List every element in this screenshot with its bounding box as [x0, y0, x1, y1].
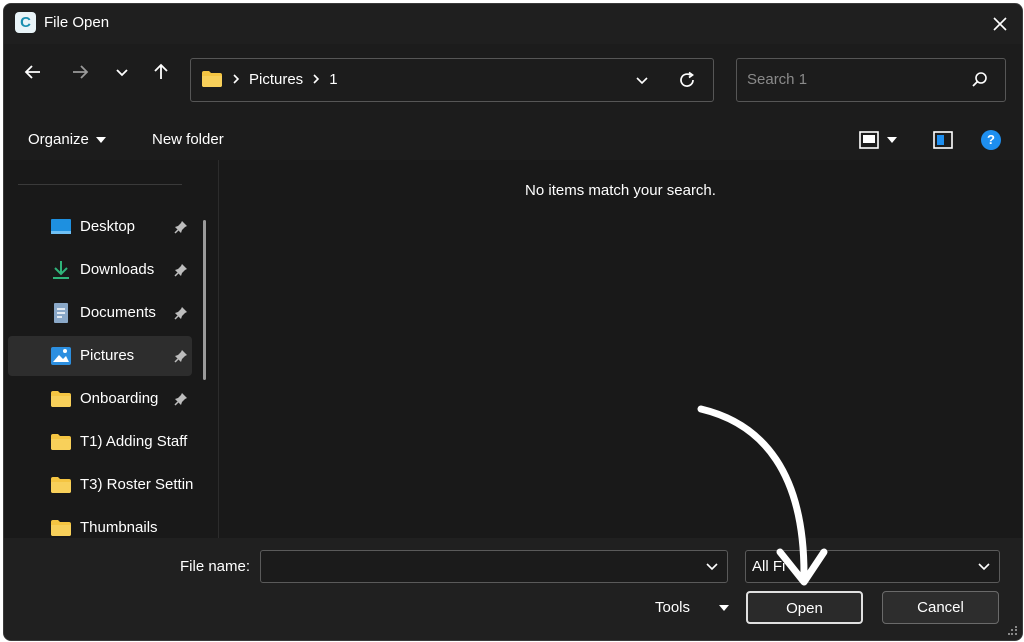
- empty-state-message: No items match your search.: [525, 182, 716, 199]
- arrow-left-icon: [24, 65, 40, 79]
- view-icon: [859, 131, 879, 149]
- file-type-value: All Fi: [752, 558, 786, 575]
- chevron-down-icon: [116, 69, 128, 77]
- folder-icon: [51, 434, 71, 450]
- desktop-icon: [51, 219, 71, 234]
- search-icon: [971, 71, 989, 93]
- forward-button[interactable]: [66, 58, 94, 86]
- sidebar-item-label: T3) Roster Settin: [80, 476, 194, 493]
- tools-menu-button[interactable]: Tools: [655, 599, 730, 616]
- organize-button[interactable]: Organize: [28, 131, 107, 148]
- breadcrumb-item-pictures[interactable]: Pictures: [249, 71, 303, 88]
- folder-icon: [51, 520, 71, 536]
- arrow-right-icon: [73, 65, 89, 79]
- download-icon: [53, 261, 69, 279]
- close-button[interactable]: [984, 8, 1016, 40]
- sidebar-scrollbar[interactable]: [203, 220, 206, 380]
- navigation-bar: Pictures 1 Search 1: [4, 44, 1022, 120]
- sidebar-item-onboarding[interactable]: Onboarding: [8, 379, 192, 419]
- title-bar: C File Open: [4, 4, 1022, 44]
- folder-icon: [202, 71, 222, 87]
- sidebar-item-t1-adding-staff[interactable]: T1) Adding Staff: [8, 422, 192, 462]
- caret-down-icon: [887, 137, 897, 143]
- breadcrumb-item-1[interactable]: 1: [329, 71, 337, 88]
- new-folder-label: New folder: [152, 131, 224, 148]
- chevron-down-icon: [978, 563, 990, 571]
- back-button[interactable]: [19, 58, 47, 86]
- document-icon: [54, 303, 68, 323]
- recent-locations-button[interactable]: [108, 58, 136, 86]
- file-type-select[interactable]: All Fi: [745, 550, 1000, 583]
- pin-icon: [174, 307, 187, 320]
- address-bar[interactable]: Pictures 1: [190, 58, 714, 102]
- view-options-button[interactable]: [858, 130, 898, 150]
- command-bar: Organize New folder ?: [4, 120, 1022, 160]
- chevron-right-icon: [313, 74, 320, 84]
- caret-down-icon: [95, 136, 106, 143]
- folder-icon: [51, 391, 71, 407]
- help-icon: ?: [987, 132, 995, 147]
- sidebar-item-label: Thumbnails: [80, 519, 158, 536]
- file-name-label: File name:: [180, 558, 251, 575]
- new-folder-button[interactable]: New folder: [152, 131, 224, 148]
- sidebar-item-t3-roster-settings[interactable]: T3) Roster Settin: [8, 465, 194, 505]
- tools-label: Tools: [655, 599, 691, 616]
- folder-icon: [51, 477, 71, 493]
- file-open-dialog: C File Open Pictures 1 Search 1 Organize…: [3, 3, 1023, 641]
- file-name-input[interactable]: [260, 550, 728, 583]
- sidebar-item-label: T1) Adding Staff: [80, 433, 188, 450]
- close-icon: [993, 17, 1007, 31]
- window-title: File Open: [44, 14, 110, 31]
- sidebar-item-downloads[interactable]: Downloads: [8, 250, 192, 290]
- refresh-icon: [680, 71, 694, 87]
- help-button[interactable]: ?: [981, 130, 1001, 150]
- chevron-right-icon: [233, 74, 240, 84]
- chevron-down-icon: [636, 77, 648, 85]
- pin-icon: [174, 393, 187, 406]
- caret-down-icon: [719, 604, 730, 611]
- organize-label: Organize: [28, 131, 89, 148]
- chevron-down-icon[interactable]: [705, 559, 719, 573]
- pictures-icon: [51, 347, 71, 365]
- refresh-button[interactable]: [677, 70, 697, 94]
- pin-icon: [174, 221, 187, 234]
- preview-pane-icon: [933, 131, 953, 149]
- preview-pane-button[interactable]: [932, 130, 954, 150]
- sidebar-item-documents[interactable]: Documents: [8, 293, 192, 333]
- sidebar-divider: [18, 184, 182, 185]
- pin-icon: [174, 350, 187, 363]
- arrow-up-icon: [154, 63, 168, 79]
- navigation-pane: Desktop Downloads Documents Pictures Onb…: [4, 160, 218, 538]
- cancel-button[interactable]: Cancel: [882, 591, 999, 624]
- resize-grip-icon[interactable]: [1008, 626, 1018, 636]
- search-input[interactable]: Search 1: [747, 71, 807, 88]
- up-button[interactable]: [147, 58, 175, 86]
- dialog-footer: File name: All Fi Tools Open Cancel: [4, 538, 1022, 640]
- open-button[interactable]: Open: [746, 591, 863, 624]
- address-dropdown-button[interactable]: [635, 72, 649, 91]
- file-list-area[interactable]: No items match your search.: [219, 160, 1022, 538]
- sidebar-item-desktop[interactable]: Desktop: [8, 207, 192, 247]
- pin-icon: [174, 264, 187, 277]
- app-logo-icon: C: [15, 12, 36, 33]
- search-box[interactable]: Search 1: [736, 58, 1006, 102]
- breadcrumb: Pictures 1: [201, 70, 338, 88]
- sidebar-item-pictures[interactable]: Pictures: [8, 336, 192, 376]
